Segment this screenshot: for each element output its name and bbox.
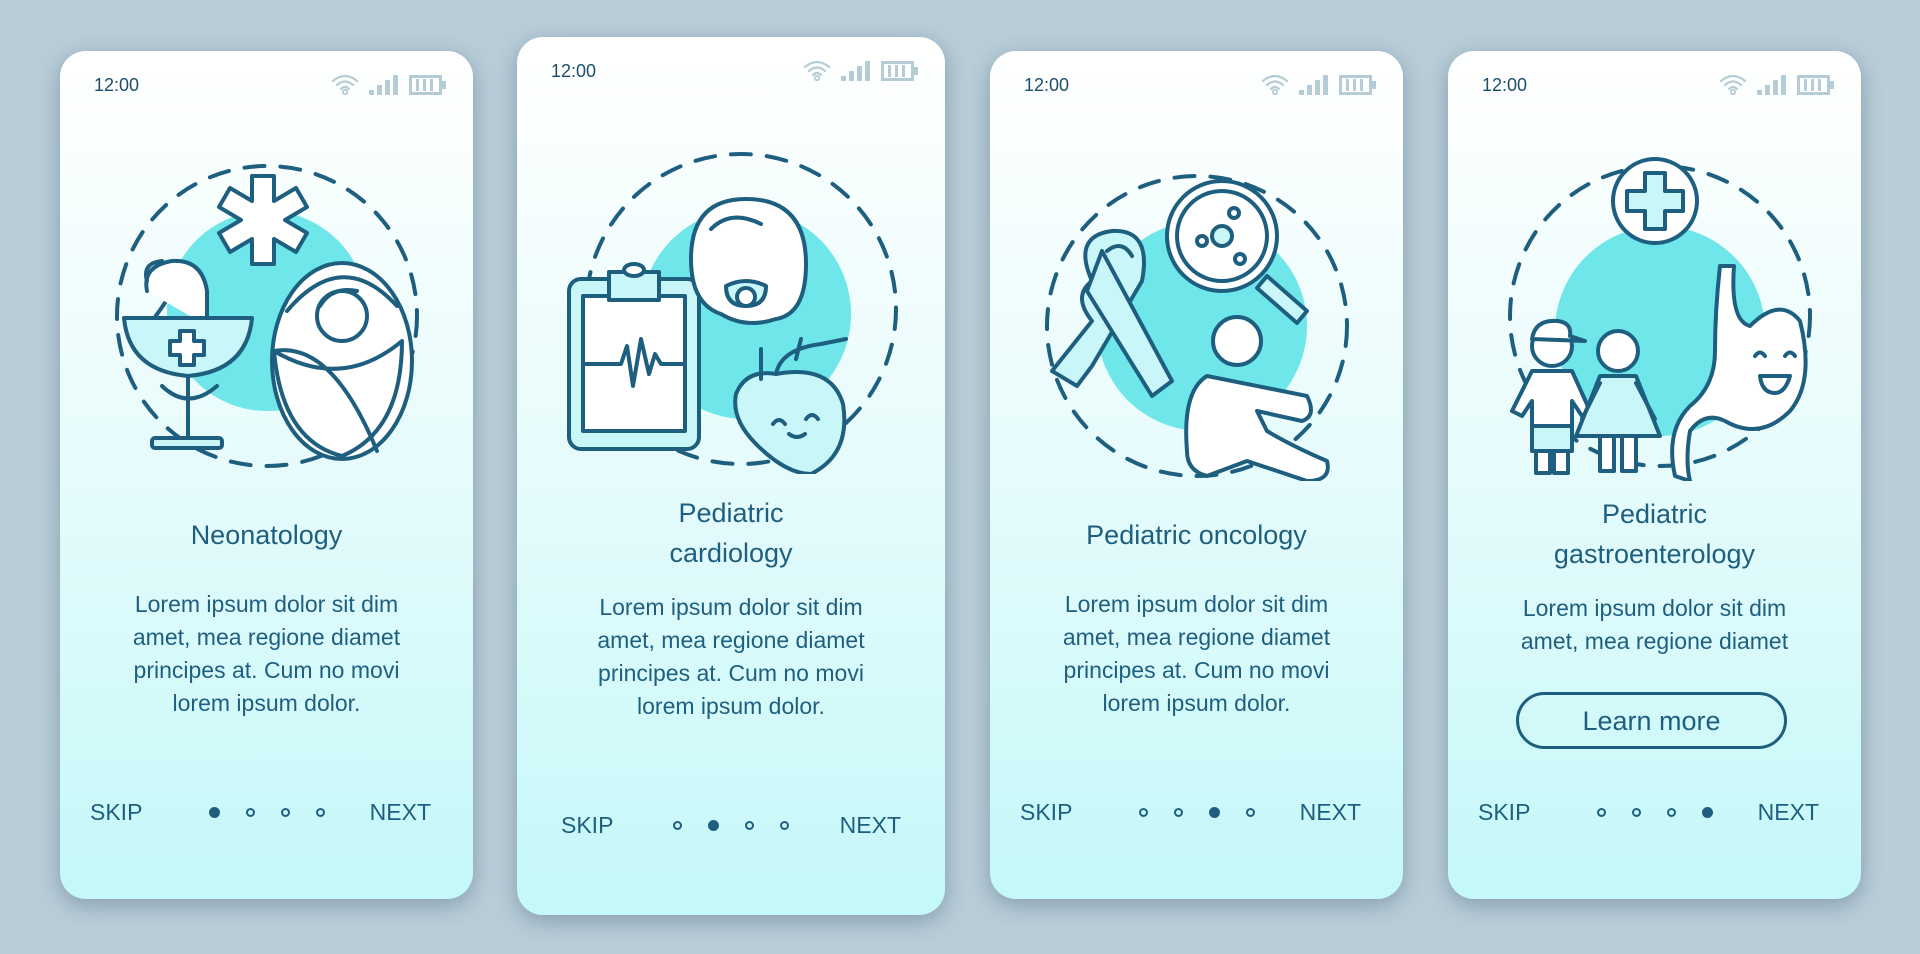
description-line: Lorem ipsum dolor sit dim xyxy=(599,594,863,620)
onboarding-screen-pediatric-cardiology: 12:00 Pediatric cardiology Lorem ipsum d… xyxy=(517,37,945,915)
page-dot[interactable] xyxy=(1173,807,1183,817)
description-line: lorem ipsum dolor. xyxy=(1102,690,1291,716)
wifi-icon xyxy=(1261,74,1289,95)
page-indicator xyxy=(1596,797,1713,827)
onboarding-nav: SKIP NEXT xyxy=(60,797,473,827)
screen-description: Lorem ipsum dolor sit dim amet, mea regi… xyxy=(1468,592,1841,658)
child-figure-icon xyxy=(1210,315,1263,367)
description-line: amet, mea regione diamet xyxy=(597,627,865,653)
page-dot-active[interactable] xyxy=(708,819,719,831)
description-line: principes at. Cum no movi xyxy=(133,657,400,683)
page-dot-active[interactable] xyxy=(1208,806,1220,818)
description-line: Lorem ipsum dolor sit dim xyxy=(1064,591,1329,617)
next-button[interactable]: NEXT xyxy=(1300,797,1361,827)
neonatology-illustration xyxy=(114,164,419,468)
skip-button[interactable]: SKIP xyxy=(90,797,142,827)
next-button[interactable]: NEXT xyxy=(1758,797,1819,827)
status-bar-icons xyxy=(803,59,919,81)
page-dot[interactable] xyxy=(745,820,754,830)
battery-icon xyxy=(1339,75,1376,95)
title-line: Pediatric xyxy=(1601,499,1708,529)
battery-icon xyxy=(409,75,446,95)
page-indicator xyxy=(208,797,325,827)
description-line: amet, mea regione diamet xyxy=(1062,624,1331,650)
description-line: principes at. Cum no movi xyxy=(1063,657,1330,683)
skip-button[interactable]: SKIP xyxy=(1478,797,1530,827)
status-time: 12:00 xyxy=(1024,75,1070,95)
battery-icon xyxy=(881,61,918,81)
description-line: lorem ipsum dolor. xyxy=(637,693,825,719)
pediatric-cardiology-illustration xyxy=(567,152,898,474)
page-dot[interactable] xyxy=(245,807,255,817)
page-indicator xyxy=(673,810,789,840)
description-line: lorem ipsum dolor. xyxy=(172,690,361,716)
status-time: 12:00 xyxy=(1482,75,1528,95)
page-dot[interactable] xyxy=(1596,807,1606,817)
onboarding-screen-pediatric-oncology: 12:00 Pediatric oncology Lorem ipsum dol… xyxy=(990,51,1403,899)
description-line: Lorem ipsum dolor sit dim xyxy=(1522,595,1787,621)
pediatric-gastroenterology-illustration xyxy=(1507,157,1812,481)
page-dot[interactable] xyxy=(1666,807,1676,817)
status-bar-icons xyxy=(1261,73,1377,95)
page-dot-active[interactable] xyxy=(1701,806,1713,818)
description-line: amet, mea regione diamet xyxy=(1520,628,1789,654)
screen-title: Pediatric gastroenterology xyxy=(1448,494,1861,574)
screen-description: Lorem ipsum dolor sit dim amet, mea regi… xyxy=(80,588,453,720)
screen-title: Pediatric oncology xyxy=(1086,520,1307,550)
status-bar-icons xyxy=(1719,73,1835,95)
page-dot-active[interactable] xyxy=(208,806,220,818)
signal-icon xyxy=(1299,75,1328,95)
page-indicator xyxy=(1138,797,1255,827)
heart-icon xyxy=(733,370,847,474)
next-button[interactable]: NEXT xyxy=(370,797,431,827)
signal-icon xyxy=(841,61,870,81)
screen-description: Lorem ipsum dolor sit dim amet, mea regi… xyxy=(1010,588,1383,720)
onboarding-nav: SKIP NEXT xyxy=(1448,797,1861,827)
skip-button[interactable]: SKIP xyxy=(561,810,613,840)
battery-icon xyxy=(1797,75,1834,95)
status-time: 12:00 xyxy=(551,61,597,81)
learn-more-button[interactable]: Learn more xyxy=(1516,692,1787,749)
status-time: 12:00 xyxy=(94,75,140,95)
wifi-icon xyxy=(331,74,359,95)
next-button[interactable]: NEXT xyxy=(840,810,901,840)
title-line: cardiology xyxy=(669,538,793,568)
title-line: Pediatric xyxy=(678,498,784,528)
page-dot[interactable] xyxy=(780,820,789,830)
signal-icon xyxy=(369,75,398,95)
onboarding-nav: SKIP NEXT xyxy=(990,797,1403,827)
page-dot[interactable] xyxy=(673,820,682,830)
page-dot[interactable] xyxy=(1631,807,1641,817)
wifi-icon xyxy=(803,60,831,81)
description-line: principes at. Cum no movi xyxy=(598,660,864,686)
screen-title: Neonatology xyxy=(190,520,343,550)
description-line: Lorem ipsum dolor sit dim xyxy=(134,591,399,617)
onboarding-nav: SKIP NEXT xyxy=(517,810,945,840)
screen-description: Lorem ipsum dolor sit dim amet, mea regi… xyxy=(537,591,925,723)
signal-icon xyxy=(1757,75,1786,95)
page-dot[interactable] xyxy=(1138,807,1148,817)
page-dot[interactable] xyxy=(1245,807,1255,817)
onboarding-screen-pediatric-gastroenterology: 12:00 Pediatric gastroenterology Lorem i… xyxy=(1448,51,1861,899)
skip-button[interactable]: SKIP xyxy=(1020,797,1072,827)
wifi-icon xyxy=(1719,74,1747,95)
description-line: amet, mea regione diamet xyxy=(132,624,401,650)
page-dot[interactable] xyxy=(280,807,290,817)
title-line: gastroenterology xyxy=(1553,539,1756,569)
girl-figure-icon xyxy=(1595,329,1640,373)
screen-title: Pediatric cardiology xyxy=(517,493,945,573)
onboarding-screen-neonatology: 12:00 Neonatology Lorem ipsum dolor sit … xyxy=(60,51,473,899)
pediatric-oncology-illustration xyxy=(1044,174,1349,481)
page-dot[interactable] xyxy=(315,807,325,817)
status-bar-icons xyxy=(331,73,447,95)
